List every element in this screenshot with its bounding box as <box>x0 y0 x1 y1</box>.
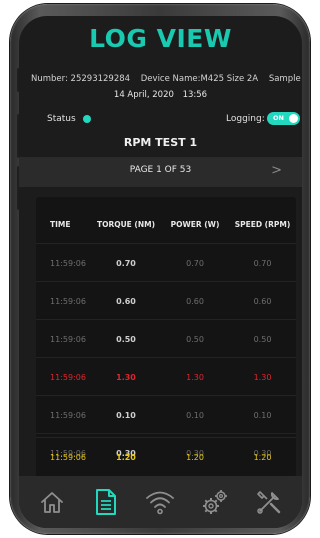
table-row: 11:59:06 0.50 0.50 0.50 <box>36 319 296 358</box>
app-screen: LOG VIEW Number: 25293129284 Device Name… <box>19 16 302 528</box>
status-indicator <box>83 115 91 123</box>
log-time: 13:56 <box>182 90 208 100</box>
cell-power: 0.70 <box>186 258 204 268</box>
cell-speed: 0.70 <box>253 258 272 268</box>
table-header: TIME TORQUE (NM) POWER (W) SPEED (RPM) <box>36 205 296 243</box>
sample-label: Sample <box>268 74 301 84</box>
column-header-torque: TORQUE (NM) <box>96 219 156 229</box>
cell-power: 1.20 <box>186 452 204 462</box>
gears-icon <box>202 490 227 514</box>
page-title: LOG VIEW <box>89 24 232 53</box>
cell-power: 0.10 <box>186 410 204 420</box>
toggle-knob <box>289 114 298 123</box>
cell-speed: 0.50 <box>253 334 272 344</box>
cell-speed: 0.60 <box>253 296 272 306</box>
nav-wifi[interactable] <box>140 482 180 522</box>
log-datetime: 14 April, 2020 13:56 <box>19 90 302 100</box>
cell-speed: 1.20 <box>253 452 272 462</box>
cell-time: 11:59:06 <box>50 452 86 462</box>
wifi-icon <box>146 491 175 515</box>
table-row: 11:59:06 1.20 1.20 1.20 <box>36 437 296 476</box>
cell-time: 11:59:06 <box>50 296 86 306</box>
cell-power: 1.30 <box>186 372 204 382</box>
tools-icon <box>257 491 281 514</box>
test-name: RPM TEST 1 <box>123 136 198 149</box>
next-page-button[interactable]: > <box>271 163 282 178</box>
cell-time: 11:59:06 <box>50 258 86 268</box>
logging-toggle-text: ON <box>273 114 284 122</box>
cell-power: 0.50 <box>186 334 204 344</box>
cell-torque: 0.10 <box>116 410 136 420</box>
home-icon <box>41 492 63 513</box>
table-row: 11:59:06 0.60 0.60 0.60 <box>36 281 296 320</box>
column-header-power: POWER (W) <box>170 219 220 229</box>
log-date: 14 April, 2020 <box>113 90 174 100</box>
logging-label: Logging: <box>226 114 265 124</box>
status-label: Status <box>47 114 76 124</box>
table-row: 11:59:06 1.30 1.30 1.30 <box>36 357 296 396</box>
cell-speed: 0.10 <box>253 410 272 420</box>
nav-tools[interactable] <box>249 482 289 522</box>
logging-toggle[interactable]: ON <box>267 112 300 125</box>
pager-bar: PAGE 1 OF 53 > <box>19 157 302 187</box>
nav-settings[interactable] <box>195 482 235 522</box>
cell-torque: 0.70 <box>116 258 136 268</box>
page-indicator: PAGE 1 OF 53 <box>129 165 192 175</box>
cell-torque: 0.60 <box>116 296 136 306</box>
cell-torque: 1.30 <box>116 372 136 382</box>
cell-time: 11:59:06 <box>50 410 86 420</box>
cell-time: 11:59:06 <box>50 372 86 382</box>
log-table: TIME TORQUE (NM) POWER (W) SPEED (RPM) 1… <box>36 197 296 477</box>
nav-log[interactable] <box>86 482 126 522</box>
nav-home[interactable] <box>32 482 72 522</box>
device-info: Number: 25293129284 Device Name:M425 Siz… <box>31 74 302 84</box>
cell-torque: 1.20 <box>116 452 136 462</box>
device-name: Device Name:M425 Size 2A <box>140 74 259 84</box>
cell-torque: 0.50 <box>116 334 136 344</box>
cell-time: 11:59:06 <box>50 334 86 344</box>
column-header-time: TIME <box>50 219 71 229</box>
table-row: 11:59:06 0.10 0.10 0.10 <box>36 395 296 434</box>
device-number: Number: 25293129284 <box>31 74 131 84</box>
cell-speed: 1.30 <box>253 372 272 382</box>
bottom-nav <box>19 476 302 528</box>
column-header-speed: SPEED (RPM) <box>234 219 291 229</box>
cell-power: 0.60 <box>186 296 204 306</box>
table-row: 11:59:06 0.70 0.70 0.70 <box>36 243 296 282</box>
document-icon <box>96 489 117 515</box>
